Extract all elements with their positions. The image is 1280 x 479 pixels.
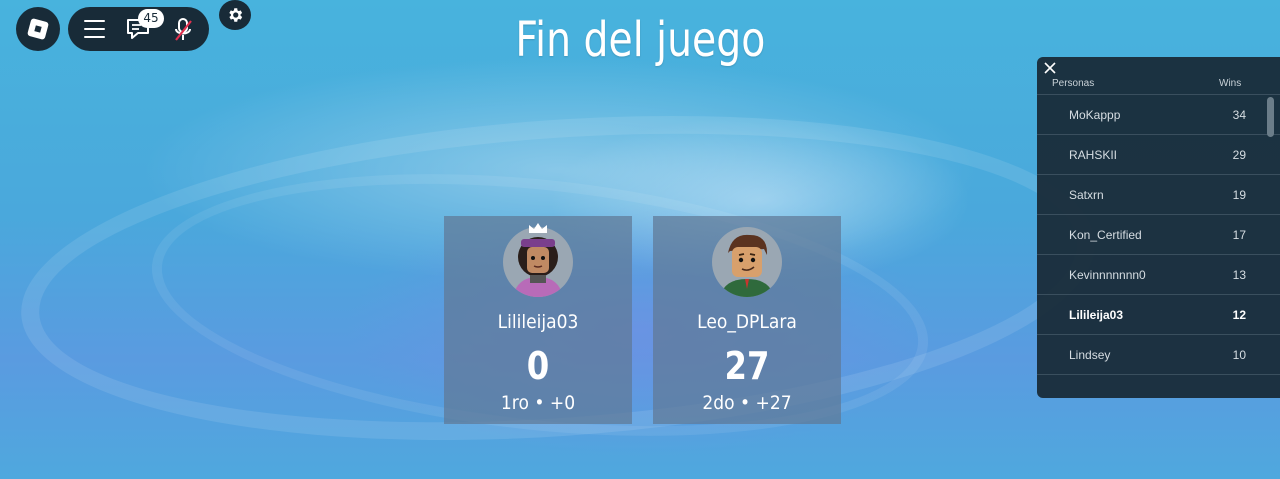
leaderboard-row-self[interactable]: Lilileija03 12 bbox=[1037, 294, 1280, 334]
row-player-name: Kon_Certified bbox=[1069, 228, 1142, 242]
row-wins: 13 bbox=[1232, 268, 1246, 282]
leaderboard-row[interactable]: Satxrn 19 bbox=[1037, 174, 1280, 214]
row-wins: 17 bbox=[1232, 228, 1246, 242]
leaderboard-row[interactable]: RAHSKII 29 bbox=[1037, 134, 1280, 174]
column-wins-header: Wins bbox=[1219, 78, 1242, 89]
player-rank: 1ro • +0 bbox=[500, 392, 576, 414]
row-wins: 12 bbox=[1232, 308, 1246, 322]
row-player-name: Lilileija03 bbox=[1069, 308, 1124, 322]
row-player-name: Satxrn bbox=[1069, 188, 1104, 202]
leaderboard-row[interactable]: Lindsey 10 bbox=[1037, 334, 1280, 374]
row-player-name: Kevinnnnnnn0 bbox=[1069, 268, 1146, 282]
leaderboard-panel: Personas Wins MoKappp 34 RAHSKII 29 Satx… bbox=[1037, 57, 1280, 398]
menu-icon[interactable] bbox=[84, 20, 105, 38]
crown-icon bbox=[529, 223, 547, 233]
player-score: 0 bbox=[526, 344, 550, 388]
row-wins: 19 bbox=[1232, 188, 1246, 202]
leaderboard-row[interactable]: Kon_Certified 17 bbox=[1037, 214, 1280, 254]
leaderboard-list[interactable]: MoKappp 34 RAHSKII 29 Satxrn 19 Kon_Cert… bbox=[1037, 94, 1280, 398]
row-player-name: RAHSKII bbox=[1069, 148, 1118, 162]
roblox-logo-icon bbox=[26, 17, 50, 41]
player-card: Lilileija03 0 1ro • +0 bbox=[444, 216, 632, 424]
player-avatar bbox=[712, 227, 782, 297]
row-player-name: Lindsey bbox=[1069, 348, 1111, 362]
player-score: 27 bbox=[724, 344, 770, 388]
row-wins: 10 bbox=[1232, 348, 1246, 362]
row-wins: 34 bbox=[1232, 108, 1246, 122]
player-name: Lilileija03 bbox=[497, 311, 579, 333]
player-name: Leo_DPLara bbox=[697, 311, 797, 333]
player-card: Leo_DPLara 27 2do • +27 bbox=[653, 216, 841, 424]
leaderboard-header: Personas Wins bbox=[1037, 78, 1280, 94]
row-wins: 29 bbox=[1232, 148, 1246, 162]
leaderboard-scrollbar[interactable] bbox=[1267, 97, 1274, 137]
roblox-menu-button[interactable] bbox=[16, 7, 60, 51]
player-avatar bbox=[503, 227, 573, 297]
player-rank: 2do • +27 bbox=[702, 392, 792, 414]
column-people-header: Personas bbox=[1052, 78, 1095, 89]
row-player-name: MoKappp bbox=[1069, 108, 1121, 122]
close-icon[interactable] bbox=[1043, 61, 1057, 75]
leaderboard-row[interactable]: Kevinnnnnnn0 13 bbox=[1037, 254, 1280, 294]
leaderboard-row[interactable]: MoKappp 34 bbox=[1037, 94, 1280, 134]
leaderboard-row-partial[interactable] bbox=[1037, 374, 1280, 398]
game-over-title: Fin del juego bbox=[515, 12, 766, 68]
